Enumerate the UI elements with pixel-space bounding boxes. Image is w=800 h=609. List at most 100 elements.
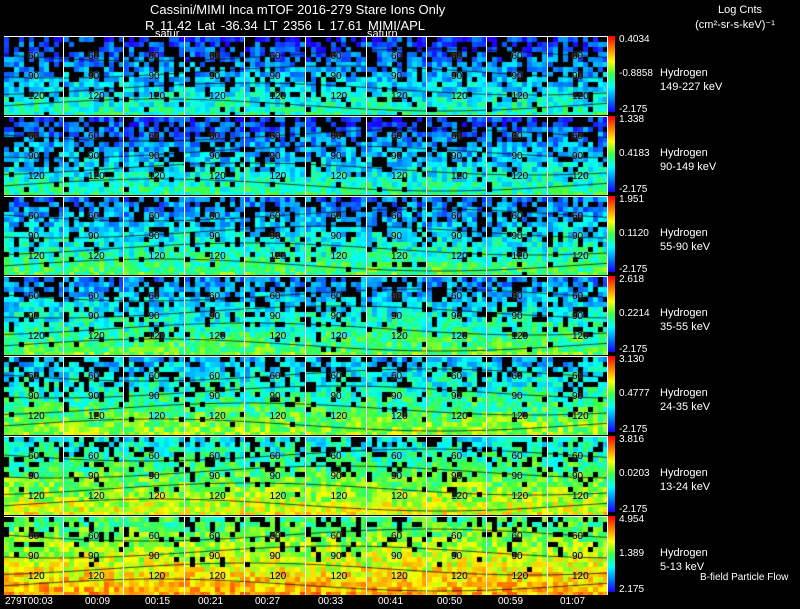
angle-contour-label: 90 <box>330 471 342 482</box>
time-tick-label: 00:41 <box>378 596 404 607</box>
image-frame: 60 90 120 <box>64 437 124 515</box>
angle-contour-label: 60 <box>28 131 40 142</box>
species-name: Hydrogen <box>660 307 708 319</box>
image-frame: 60 90 120 <box>487 357 548 435</box>
angle-contour-label: 60 <box>28 51 40 62</box>
angle-contour-label: 90 <box>28 311 40 322</box>
angle-contour-label: 120 <box>572 571 589 582</box>
angle-contour-label: 120 <box>269 91 287 102</box>
angle-contour-label: 120 <box>511 571 529 582</box>
angle-contour-label: 120 <box>391 331 408 342</box>
angle-contour-label: 90 <box>391 231 403 242</box>
image-frame: 60 90 120 <box>548 437 608 515</box>
angle-contour-label: 60 <box>451 211 463 222</box>
angle-contour-label: 120 <box>330 491 348 502</box>
image-frame: 60 90 120 <box>487 277 548 355</box>
colorbar-max-label: 1.338 <box>619 114 645 125</box>
angle-contour-label: 120 <box>330 251 348 262</box>
angle-contour-label: 120 <box>209 331 226 342</box>
angle-contour-label: 120 <box>28 411 45 422</box>
angle-contour-label: 60 <box>330 291 342 302</box>
energy-range: 35-55 keV <box>660 321 711 333</box>
angle-contour-label: 120 <box>209 571 226 582</box>
species-label: Hydrogen 35-55 keV <box>660 306 710 334</box>
angle-contour-label: 60 <box>148 371 160 382</box>
angle-contour-label: 120 <box>88 251 105 262</box>
angle-contour-label: 90 <box>572 71 584 82</box>
image-frame: 60 90 120 <box>306 517 367 595</box>
angle-contour-label: 90 <box>88 151 100 162</box>
time-tick-label: 00:50 <box>437 596 463 607</box>
angle-contour-label: 120 <box>209 411 226 422</box>
image-frame: 60 90 120 <box>306 117 367 195</box>
angle-contour-label: 60 <box>28 531 40 542</box>
angle-contour-label: 90 <box>269 151 281 162</box>
angle-contour-label: 120 <box>511 331 529 342</box>
angle-contour-label: 120 <box>330 331 348 342</box>
angle-contour-label: 90 <box>269 71 281 82</box>
species-label: Hydrogen 24-35 keV <box>660 386 710 414</box>
image-frame: 60 90 120 <box>124 197 185 275</box>
angle-contour-label: 60 <box>451 531 463 542</box>
angle-contour-label: 60 <box>511 51 523 62</box>
angle-contour-label: 60 <box>391 531 403 542</box>
angle-contour-label: 60 <box>572 131 584 142</box>
angle-contour-label: 90 <box>28 471 40 482</box>
time-tick-label: 00:09 <box>85 596 111 607</box>
colorbar-max-label: 1.951 <box>619 194 645 205</box>
angle-contour-label: 120 <box>88 491 105 502</box>
image-frame: 60 90 120 <box>427 197 487 275</box>
angle-contour-label: 90 <box>209 391 221 402</box>
colorbar-max-label: 4.954 <box>619 514 645 525</box>
colorbar <box>608 436 615 512</box>
image-frame: 60 90 120 <box>185 437 245 515</box>
image-frame: 60 90 120 <box>185 357 245 435</box>
angle-contour-label: 120 <box>451 491 468 502</box>
energy-row: 60 90 120 60 90 120 60 90 120 60 90 120 60 90 120 60 90 1… <box>4 196 608 275</box>
angle-contour-label: 120 <box>572 171 589 182</box>
angle-contour-label: 60 <box>269 371 281 382</box>
angle-contour-label: 60 <box>88 51 100 62</box>
image-frame: 60 90 120 <box>427 357 487 435</box>
angle-contour-label: 90 <box>88 311 100 322</box>
angle-contour-label: 60 <box>572 51 584 62</box>
image-frame: 60 90 120 <box>487 117 548 195</box>
image-frame: 60 90 120 <box>64 517 124 595</box>
angle-contour-label: 120 <box>511 491 529 502</box>
angle-contour-label: 90 <box>269 471 281 482</box>
angle-contour-label: 90 <box>269 231 281 242</box>
energy-range: 149-227 keV <box>660 81 723 93</box>
angle-contour-label: 120 <box>330 171 348 182</box>
angle-contour-label: 120 <box>209 251 226 262</box>
angle-contour-label: 120 <box>28 491 45 502</box>
image-frame: 60 90 120 <box>245 517 306 595</box>
image-frame: 60 90 120 <box>487 37 548 115</box>
angle-contour-label: 60 <box>148 131 160 142</box>
image-frame: 60 90 120 <box>487 517 548 595</box>
angle-contour-label: 120 <box>28 251 45 262</box>
angle-contour-label: 120 <box>209 171 226 182</box>
colorbar-mid-label: 0.2214 <box>619 308 650 319</box>
image-frame: 60 90 120 <box>367 437 427 515</box>
angle-contour-label: 120 <box>269 491 287 502</box>
angle-contour-label: 120 <box>148 171 166 182</box>
angle-contour-label: 60 <box>572 371 584 382</box>
image-frame: 60 90 120 <box>427 277 487 355</box>
image-frame: 60 90 120 <box>4 197 64 275</box>
angle-contour-label: 90 <box>148 391 160 402</box>
angle-contour-label: 120 <box>451 251 468 262</box>
colorbar-mid-label: 0.4183 <box>619 148 650 159</box>
species-label: Hydrogen 13-24 keV <box>660 466 710 494</box>
angle-contour-label: 120 <box>572 251 589 262</box>
angle-contour-label: 120 <box>88 171 105 182</box>
angle-contour-label: 60 <box>209 371 221 382</box>
image-frame: 60 90 120 <box>487 437 548 515</box>
species-label: Hydrogen 149-227 keV <box>660 66 722 94</box>
colorbar <box>608 116 615 192</box>
angle-contour-label: 60 <box>269 531 281 542</box>
species-name: Hydrogen <box>660 387 708 399</box>
angle-contour-label: 60 <box>148 451 160 462</box>
angle-contour-label: 90 <box>511 471 523 482</box>
angle-contour-label: 90 <box>209 71 221 82</box>
plot-title: Cassini/MIMI Inca mTOF 2016-279 Stare Io… <box>150 2 446 17</box>
